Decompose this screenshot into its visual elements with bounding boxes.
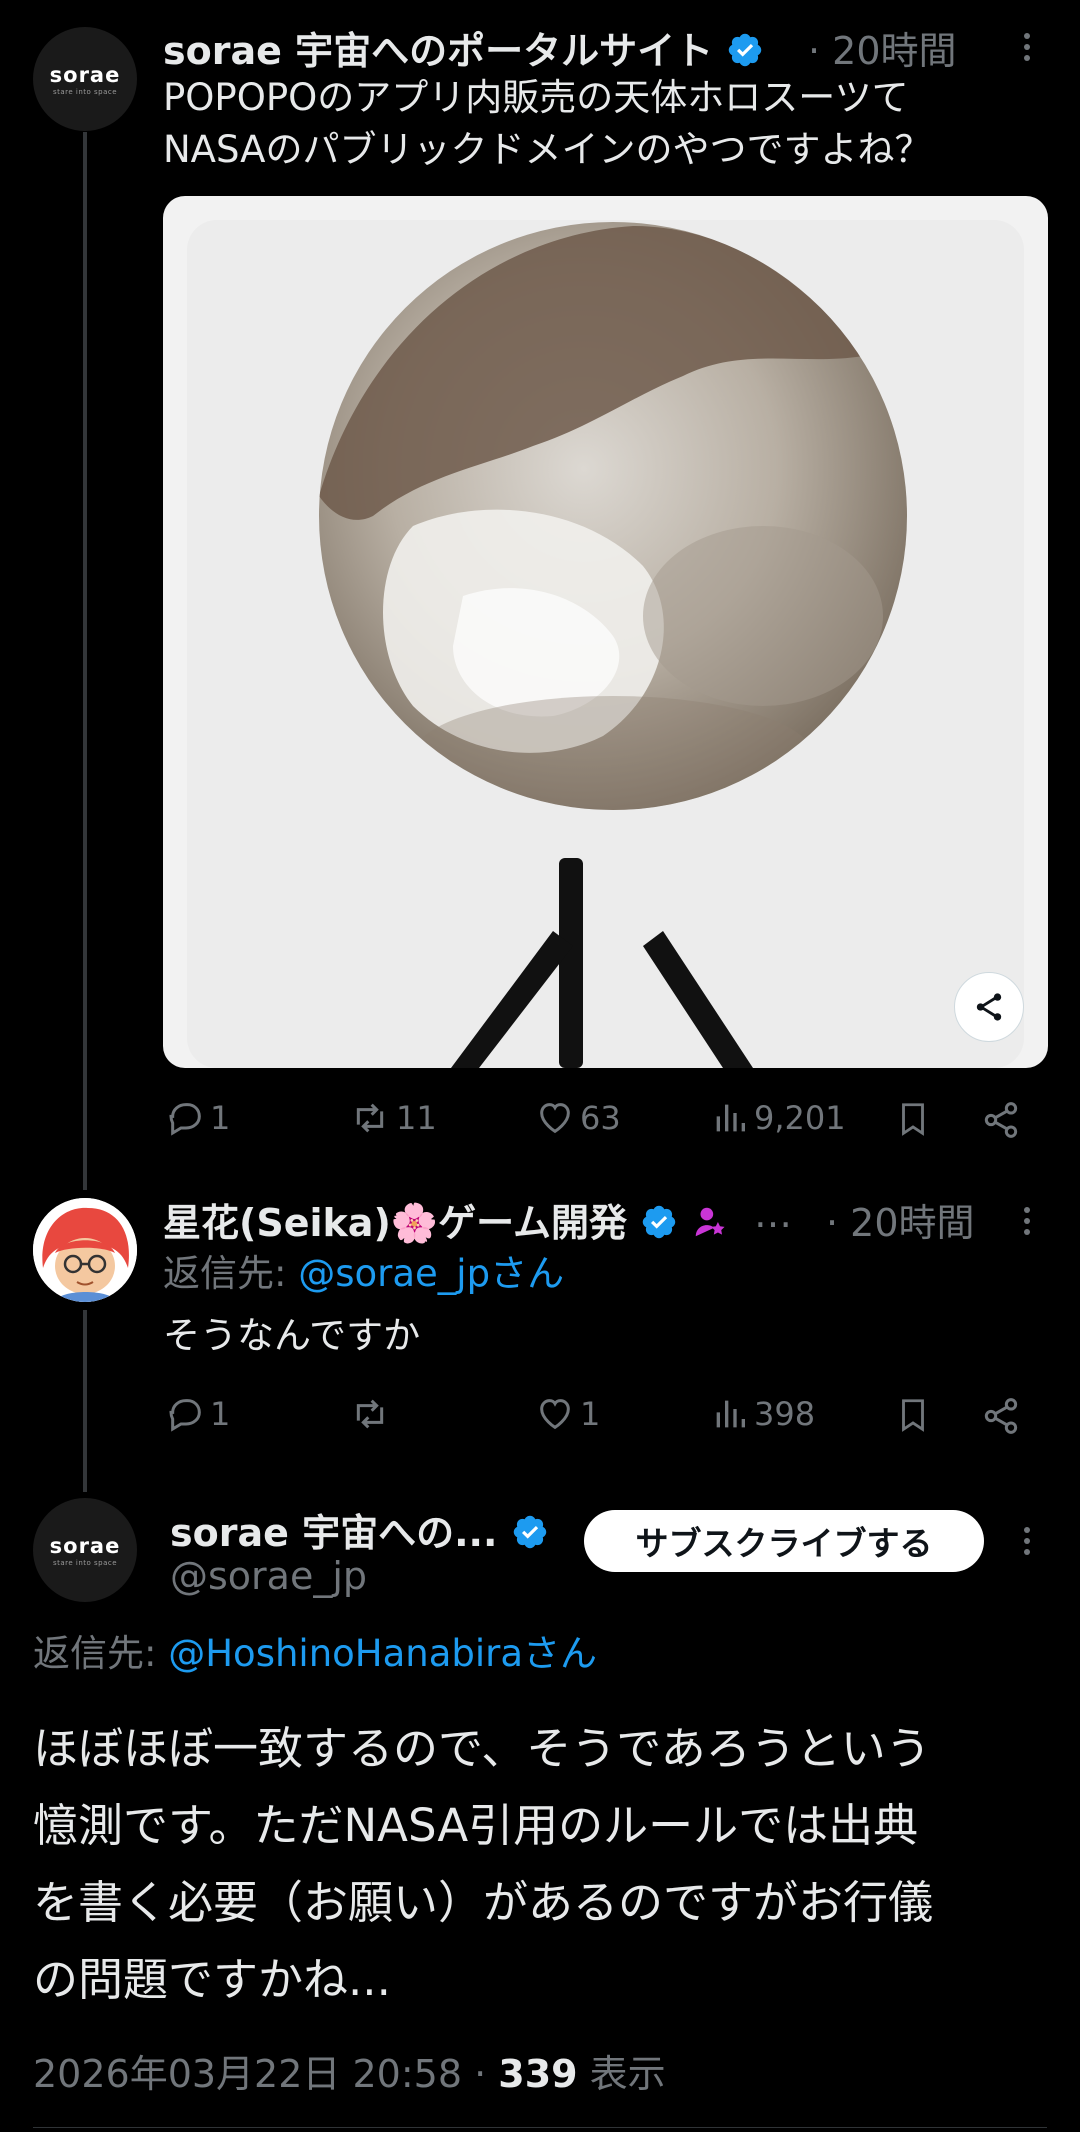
divider bbox=[33, 2127, 1047, 2128]
verified-badge-icon bbox=[729, 33, 762, 67]
timestamp-text[interactable]: 2026年03月22日 20:58 bbox=[33, 2052, 462, 2096]
tweet-text: POPOPOのアプリ内販売の天体ホロスーツて bbox=[163, 76, 909, 119]
avatar[interactable]: sorae stare into space bbox=[33, 1498, 137, 1602]
share-button[interactable] bbox=[981, 1396, 1021, 1436]
retweet-icon bbox=[356, 1399, 384, 1429]
name-ellipsis: … bbox=[754, 1192, 792, 1236]
verified-badge-icon bbox=[513, 1515, 546, 1549]
tweet-text-line: を書く必要（お願い）があるのですがお行儀 bbox=[33, 1876, 934, 1929]
views-label: 表示 bbox=[577, 2052, 666, 2096]
tweet-text: そうなんですか bbox=[163, 1314, 421, 1357]
tweet-time[interactable]: · 20時間 bbox=[826, 1192, 975, 1247]
avatar-logo: sorae bbox=[49, 1533, 121, 1558]
views-button[interactable]: 398 bbox=[710, 1394, 815, 1434]
view-count: 339 bbox=[498, 2052, 578, 2096]
views-button[interactable]: 9,201 bbox=[710, 1098, 846, 1138]
share-icon bbox=[984, 1102, 1018, 1138]
author-name[interactable]: sorae 宇宙への... bbox=[170, 1502, 549, 1557]
separator: · bbox=[462, 2052, 499, 2096]
avatar-subtitle: stare into space bbox=[52, 87, 118, 96]
tweet-text: NASAのパブリックドメインのやつですよね？ bbox=[163, 128, 932, 171]
reply-to-prefix: 返信先: bbox=[163, 1252, 299, 1295]
avatar-subtitle: stare into space bbox=[52, 1558, 118, 1567]
more-options-icon[interactable] bbox=[1022, 1202, 1032, 1240]
tweet-text-line: の問題ですかね... bbox=[33, 1953, 391, 2006]
affiliate-badge-icon bbox=[696, 1207, 726, 1237]
avatar-logo: sorae bbox=[49, 62, 121, 87]
author-name-text: sorae 宇宙へのポータルサイト bbox=[163, 29, 714, 73]
pluto-globe-image bbox=[187, 220, 1024, 1068]
reply-to: 返信先: @HoshinoHanabiraさん bbox=[33, 1630, 597, 1678]
bookmark-icon bbox=[902, 1103, 924, 1136]
like-count: 63 bbox=[580, 1099, 621, 1137]
views-icon bbox=[716, 1104, 745, 1132]
author-name[interactable]: 星花(Seika)🌸ゲーム開発 bbox=[163, 1192, 729, 1247]
tweet-time[interactable]: · 20時間 bbox=[808, 20, 957, 75]
reply-button[interactable]: 1 bbox=[166, 1098, 230, 1138]
avatar[interactable]: sorae stare into space bbox=[33, 27, 137, 131]
more-options-icon[interactable] bbox=[1022, 28, 1032, 66]
views-count: 9,201 bbox=[754, 1099, 846, 1137]
thread-line bbox=[83, 132, 87, 1190]
views-icon bbox=[716, 1400, 745, 1428]
reply-to-handle-link[interactable]: @sorae_jpさん bbox=[298, 1252, 564, 1295]
retweet-icon bbox=[356, 1103, 384, 1133]
retweet-button[interactable] bbox=[348, 1394, 396, 1434]
retweet-button[interactable]: 11 bbox=[348, 1098, 437, 1138]
more-options-icon[interactable] bbox=[1022, 1522, 1032, 1560]
share-icon bbox=[984, 1398, 1018, 1434]
tweet-text-line: ほぼほぼ一致するので、そうであろうという bbox=[33, 1722, 931, 1775]
bookmark-icon bbox=[902, 1399, 924, 1432]
author-name-text: sorae 宇宙への... bbox=[170, 1511, 498, 1555]
reply-count: 1 bbox=[210, 1395, 231, 1433]
author-name-text: 星花(Seika)🌸ゲーム開発 bbox=[163, 1201, 627, 1245]
reply-icon bbox=[169, 1103, 201, 1136]
share-button[interactable] bbox=[981, 1100, 1021, 1140]
bookmark-button[interactable] bbox=[894, 1098, 932, 1140]
views-count: 398 bbox=[754, 1395, 816, 1433]
image-share-button[interactable] bbox=[954, 972, 1024, 1042]
verified-badge-icon bbox=[643, 1205, 676, 1239]
tweet-image[interactable] bbox=[163, 196, 1048, 1068]
share-icon bbox=[976, 993, 1002, 1021]
retweet-count: 11 bbox=[396, 1099, 437, 1137]
tweet-text-line: 憶測です。ただNASA引用のルールでは出典 bbox=[33, 1799, 919, 1852]
author-handle[interactable]: @sorae_jp bbox=[170, 1554, 367, 1598]
reply-icon bbox=[169, 1399, 201, 1432]
like-button[interactable]: 63 bbox=[534, 1098, 621, 1138]
reply-to-prefix: 返信先: bbox=[33, 1632, 169, 1675]
heart-icon bbox=[540, 1399, 570, 1430]
thread-line bbox=[83, 1310, 87, 1492]
reply-to: 返信先: @sorae_jpさん bbox=[163, 1250, 564, 1298]
reply-button[interactable]: 1 bbox=[166, 1394, 230, 1434]
avatar-illustration bbox=[33, 1198, 137, 1302]
author-name[interactable]: sorae 宇宙へのポータルサイト bbox=[163, 20, 764, 75]
like-count: 1 bbox=[580, 1395, 601, 1433]
avatar[interactable] bbox=[33, 1198, 137, 1302]
tweet-timestamp: 2026年03月22日 20:58 · 339 表示 bbox=[33, 2043, 666, 2098]
bookmark-button[interactable] bbox=[894, 1394, 932, 1436]
heart-icon bbox=[540, 1103, 570, 1134]
reply-count: 1 bbox=[210, 1099, 231, 1137]
reply-to-handle-link[interactable]: @HoshinoHanabiraさん bbox=[168, 1632, 597, 1675]
like-button[interactable]: 1 bbox=[534, 1394, 600, 1434]
subscribe-button[interactable]: サブスクライブする bbox=[584, 1510, 984, 1572]
main-tweet-text: ほぼほぼ一致するので、そうであろうという 憶測です。ただNASA引用のルールでは… bbox=[33, 1710, 1053, 2018]
